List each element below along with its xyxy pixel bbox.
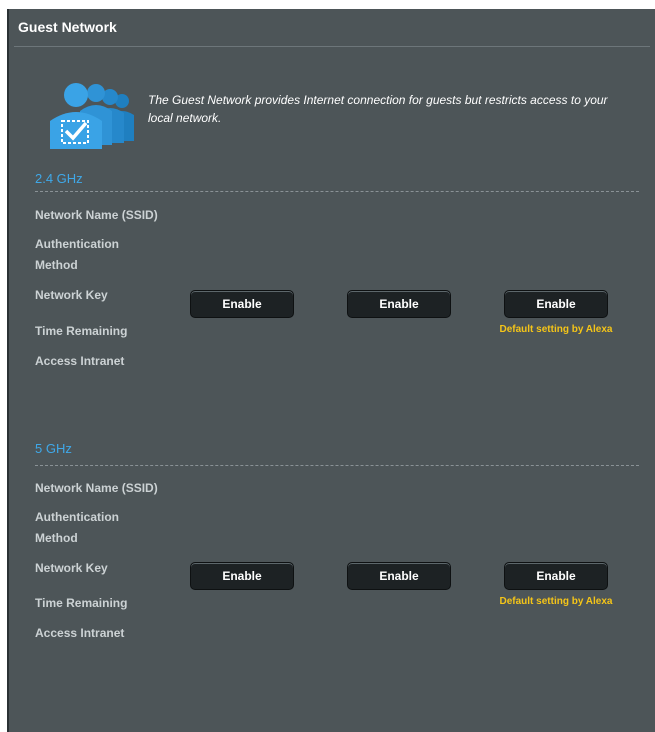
enable-guest-1-button[interactable]: Enable [190, 290, 294, 318]
label-access-intranet: Access Intranet [35, 626, 125, 640]
label-method: Method [35, 531, 78, 545]
label-network-key: Network Key [35, 561, 108, 575]
label-access-intranet: Access Intranet [35, 354, 125, 368]
enable-guest-3-button[interactable]: Enable [504, 562, 608, 590]
guest-users-icon [50, 83, 134, 149]
label-network-key: Network Key [35, 288, 108, 302]
band-divider [35, 191, 639, 192]
label-authentication: Authentication [35, 510, 119, 524]
label-authentication: Authentication [35, 237, 119, 251]
label-method: Method [35, 258, 78, 272]
enable-guest-2-button[interactable]: Enable [347, 562, 451, 590]
intro-description: The Guest Network provides Internet conn… [148, 93, 608, 125]
band-divider [35, 465, 639, 466]
alexa-default-note: Default setting by Alexa [499, 324, 613, 335]
label-ssid: Network Name (SSID) [35, 208, 158, 222]
label-time-remaining: Time Remaining [35, 596, 128, 610]
alexa-default-note: Default setting by Alexa [499, 596, 613, 607]
enable-guest-3-button[interactable]: Enable [504, 290, 608, 318]
band-title: 2.4 GHz [35, 171, 83, 186]
label-ssid: Network Name (SSID) [35, 481, 158, 495]
band-title: 5 GHz [35, 441, 72, 456]
label-time-remaining: Time Remaining [35, 324, 128, 338]
enable-guest-1-button[interactable]: Enable [190, 562, 294, 590]
title-divider [14, 46, 650, 47]
guest-network-panel: Guest Network The Guest Network provides… [7, 9, 655, 732]
page-title: Guest Network [18, 19, 117, 35]
enable-guest-2-button[interactable]: Enable [347, 290, 451, 318]
